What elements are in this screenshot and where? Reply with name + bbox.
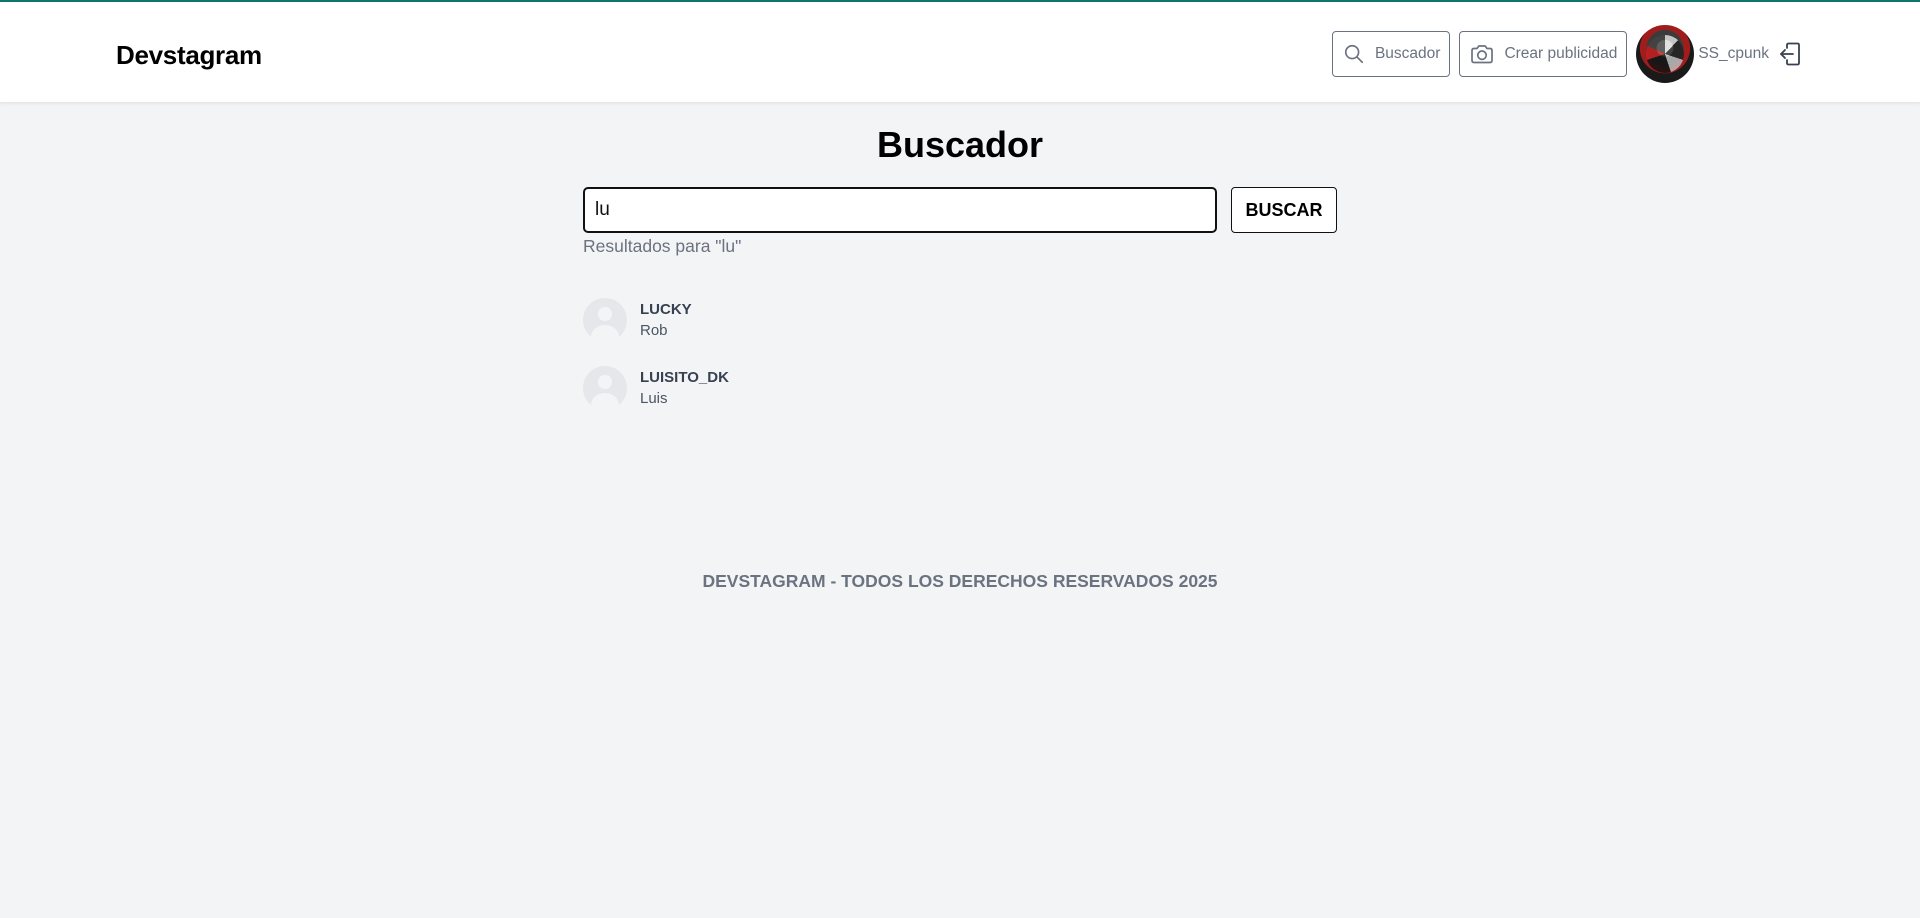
create-post-label: Crear publicidad (1504, 45, 1618, 62)
create-post-button[interactable]: Crear publicidad (1459, 31, 1628, 77)
result-item[interactable]: LUCKY Rob (583, 286, 729, 354)
result-item[interactable]: LUISITO_DK Luis (583, 354, 729, 422)
username-link[interactable]: SS_cpunk (1698, 45, 1769, 63)
page-footer: DEVSTAGRAM - TODOS LOS DERECHOS RESERVAD… (702, 571, 1218, 591)
search-nav-label: Buscador (1374, 45, 1441, 62)
result-name: Rob (640, 321, 668, 339)
result-text: LUISITO_DK Luis (640, 367, 729, 410)
search-results-list: LUCKY Rob LUISITO_DK Luis (583, 286, 729, 422)
page-title: Buscador (876, 124, 1044, 165)
search-icon (1344, 44, 1364, 64)
top-navbar: Devstagram Buscador Crear publicidad SS_… (0, 2, 1920, 103)
app-logo[interactable]: Devstagram (116, 40, 262, 71)
user-avatar[interactable] (1636, 25, 1695, 83)
result-text: LUCKY Rob (640, 299, 692, 342)
search-submit-button[interactable]: BUSCAR (1231, 187, 1337, 233)
default-avatar-icon (583, 298, 627, 342)
search-nav-button[interactable]: Buscador (1331, 31, 1451, 77)
result-name: Luis (640, 389, 668, 407)
logout-icon (1780, 42, 1800, 66)
camera-icon (1471, 45, 1494, 64)
result-username[interactable]: LUCKY (640, 299, 692, 320)
results-label: Resultados para "lu" (583, 236, 742, 256)
default-avatar-icon (583, 366, 627, 410)
header-nav: Buscador Crear publicidad SS_cpunk (1331, 24, 1802, 84)
result-username[interactable]: LUISITO_DK (640, 367, 729, 388)
search-input[interactable] (583, 187, 1217, 233)
logout-button[interactable] (1778, 41, 1802, 67)
